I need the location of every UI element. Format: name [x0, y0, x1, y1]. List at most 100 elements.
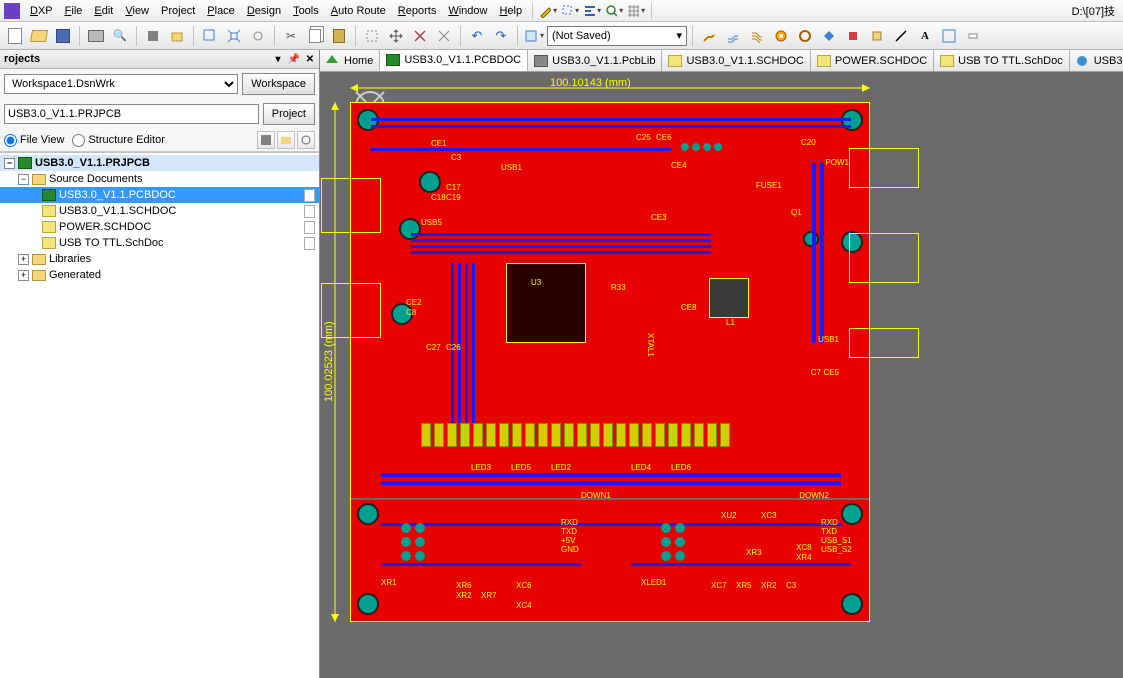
- silk-label: XC4: [516, 601, 532, 610]
- doc-icon: [1076, 55, 1090, 67]
- doc-status-icon: [304, 221, 315, 234]
- tab-power[interactable]: POWER.SCHDOC: [811, 50, 934, 71]
- silk-label: XTAL1: [646, 333, 655, 357]
- compile-button[interactable]: [142, 25, 164, 47]
- workspace-button[interactable]: Workspace: [242, 73, 315, 95]
- place-via-button[interactable]: [770, 25, 792, 47]
- route-diff-button[interactable]: [722, 25, 744, 47]
- tab-schdoc[interactable]: USB3.0_V1.1.SCHDOC: [662, 50, 810, 71]
- tree-libraries[interactable]: + Libraries: [0, 251, 319, 267]
- menu-view[interactable]: View: [119, 2, 155, 20]
- pcb-board[interactable]: RXD TXD +5V GND RXD TXD USB_S1 USB_S2: [350, 102, 870, 622]
- file-view-radio[interactable]: File View: [4, 134, 64, 147]
- tree-item-usbttl[interactable]: USB TO TTL.SchDoc: [0, 235, 319, 251]
- config-combo-value: (Not Saved): [552, 30, 611, 42]
- place-line-button[interactable]: [890, 25, 912, 47]
- align-tool-icon[interactable]: [583, 2, 601, 20]
- menu-edit[interactable]: Edit: [88, 2, 119, 20]
- workspace-select[interactable]: Workspace1.DsnWrk: [4, 74, 238, 94]
- project-tree[interactable]: − USB3.0_V1.1.PRJPCB − Source Documents …: [0, 152, 319, 678]
- panel-close-icon[interactable]: ✕: [303, 52, 317, 66]
- open-project-button[interactable]: [166, 25, 188, 47]
- clear-filter-button[interactable]: [433, 25, 455, 47]
- menu-autoroute[interactable]: Auto Route: [325, 2, 392, 20]
- expand-icon[interactable]: +: [18, 254, 29, 265]
- tree-item-power[interactable]: POWER.SCHDOC: [0, 219, 319, 235]
- move-button[interactable]: [385, 25, 407, 47]
- select-inside-button[interactable]: [361, 25, 383, 47]
- menu-file[interactable]: File: [59, 2, 89, 20]
- panel-icon-3[interactable]: [297, 131, 315, 149]
- route-multi-button[interactable]: [746, 25, 768, 47]
- tab-pcbdoc[interactable]: USB3.0_V1.1.PCBDOC: [380, 50, 528, 71]
- tab-usbttl[interactable]: USB TO TTL.SchDoc: [934, 50, 1070, 71]
- copy-button[interactable]: [304, 25, 326, 47]
- via-cluster: [401, 523, 425, 561]
- project-button[interactable]: Project: [263, 103, 315, 125]
- tab-home[interactable]: Home: [320, 50, 380, 71]
- tree-root[interactable]: − USB3.0_V1.1.PRJPCB: [0, 155, 319, 171]
- pencil-tool-icon[interactable]: [539, 2, 557, 20]
- place-component-button[interactable]: [866, 25, 888, 47]
- silk-label: C20: [801, 138, 816, 147]
- select-tool-icon[interactable]: [561, 2, 579, 20]
- menu-design[interactable]: Design: [241, 2, 287, 20]
- silk-label: R33: [611, 283, 626, 292]
- config-combo[interactable]: (Not Saved) ▾: [547, 26, 687, 46]
- place-polygon-button[interactable]: [842, 25, 864, 47]
- structure-editor-radio[interactable]: Structure Editor: [72, 134, 164, 147]
- open-button[interactable]: [28, 25, 50, 47]
- silk-label: USB5: [421, 218, 442, 227]
- menu-project[interactable]: Project: [155, 2, 201, 20]
- tab-pcblib[interactable]: USB3.0_V1.1.PcbLib: [528, 50, 662, 71]
- new-button[interactable]: [4, 25, 26, 47]
- svg-text:100.10143 (mm): 100.10143 (mm): [550, 78, 631, 89]
- collapse-icon[interactable]: −: [18, 174, 29, 185]
- place-pad-button[interactable]: [794, 25, 816, 47]
- print-button[interactable]: [85, 25, 107, 47]
- menu-tools[interactable]: Tools: [287, 2, 325, 20]
- menu-window[interactable]: Window: [442, 2, 493, 20]
- panel-menu-icon[interactable]: ▾: [271, 52, 285, 66]
- panel-icon-1[interactable]: [257, 131, 275, 149]
- cut-button[interactable]: [280, 25, 302, 47]
- place-string-button[interactable]: A: [914, 25, 936, 47]
- tree-generated[interactable]: + Generated: [0, 267, 319, 283]
- silk-label: DOWN2: [799, 491, 829, 500]
- doc-status-icon: [304, 237, 315, 250]
- view-config-button[interactable]: [523, 25, 545, 47]
- tree-item-pcbdoc[interactable]: USB3.0_V1.1.PCBDOC: [0, 187, 319, 203]
- menu-place[interactable]: Place: [201, 2, 241, 20]
- panel-icon-2[interactable]: [277, 131, 295, 149]
- deselect-button[interactable]: [409, 25, 431, 47]
- undo-button[interactable]: [466, 25, 488, 47]
- redo-button[interactable]: [490, 25, 512, 47]
- grid-tool-icon[interactable]: [627, 2, 645, 20]
- save-button[interactable]: [52, 25, 74, 47]
- place-fill-button[interactable]: [818, 25, 840, 47]
- silk-label: C19: [446, 193, 461, 202]
- expand-icon[interactable]: +: [18, 270, 29, 281]
- via-cluster: [681, 143, 722, 151]
- paste-button[interactable]: [328, 25, 350, 47]
- panel-pin-icon[interactable]: 📌: [287, 52, 301, 66]
- find-similar-icon[interactable]: [605, 2, 623, 20]
- silk-label: XR3: [746, 548, 762, 557]
- place-dim-button[interactable]: [962, 25, 984, 47]
- zoom-selected-button[interactable]: [247, 25, 269, 47]
- menu-dxp[interactable]: DXP: [24, 2, 59, 20]
- collapse-icon[interactable]: −: [4, 158, 15, 169]
- silk-label: XU2: [721, 511, 737, 520]
- place-arc-button[interactable]: [938, 25, 960, 47]
- menu-help[interactable]: Help: [493, 2, 528, 20]
- zoom-fit-button[interactable]: [223, 25, 245, 47]
- tree-item-schdoc[interactable]: USB3.0_V1.1.SCHDOC: [0, 203, 319, 219]
- zoom-area-button[interactable]: [199, 25, 221, 47]
- route-track-button[interactable]: [698, 25, 720, 47]
- pcb-canvas[interactable]: 100.10143 (mm) 100.02523 (mm): [320, 72, 1123, 678]
- menu-reports[interactable]: Reports: [392, 2, 443, 20]
- tab-other[interactable]: USB3.0_V1.1.I: [1070, 50, 1123, 71]
- print-preview-button[interactable]: [109, 25, 131, 47]
- project-input[interactable]: [4, 104, 259, 124]
- tree-source-docs[interactable]: − Source Documents: [0, 171, 319, 187]
